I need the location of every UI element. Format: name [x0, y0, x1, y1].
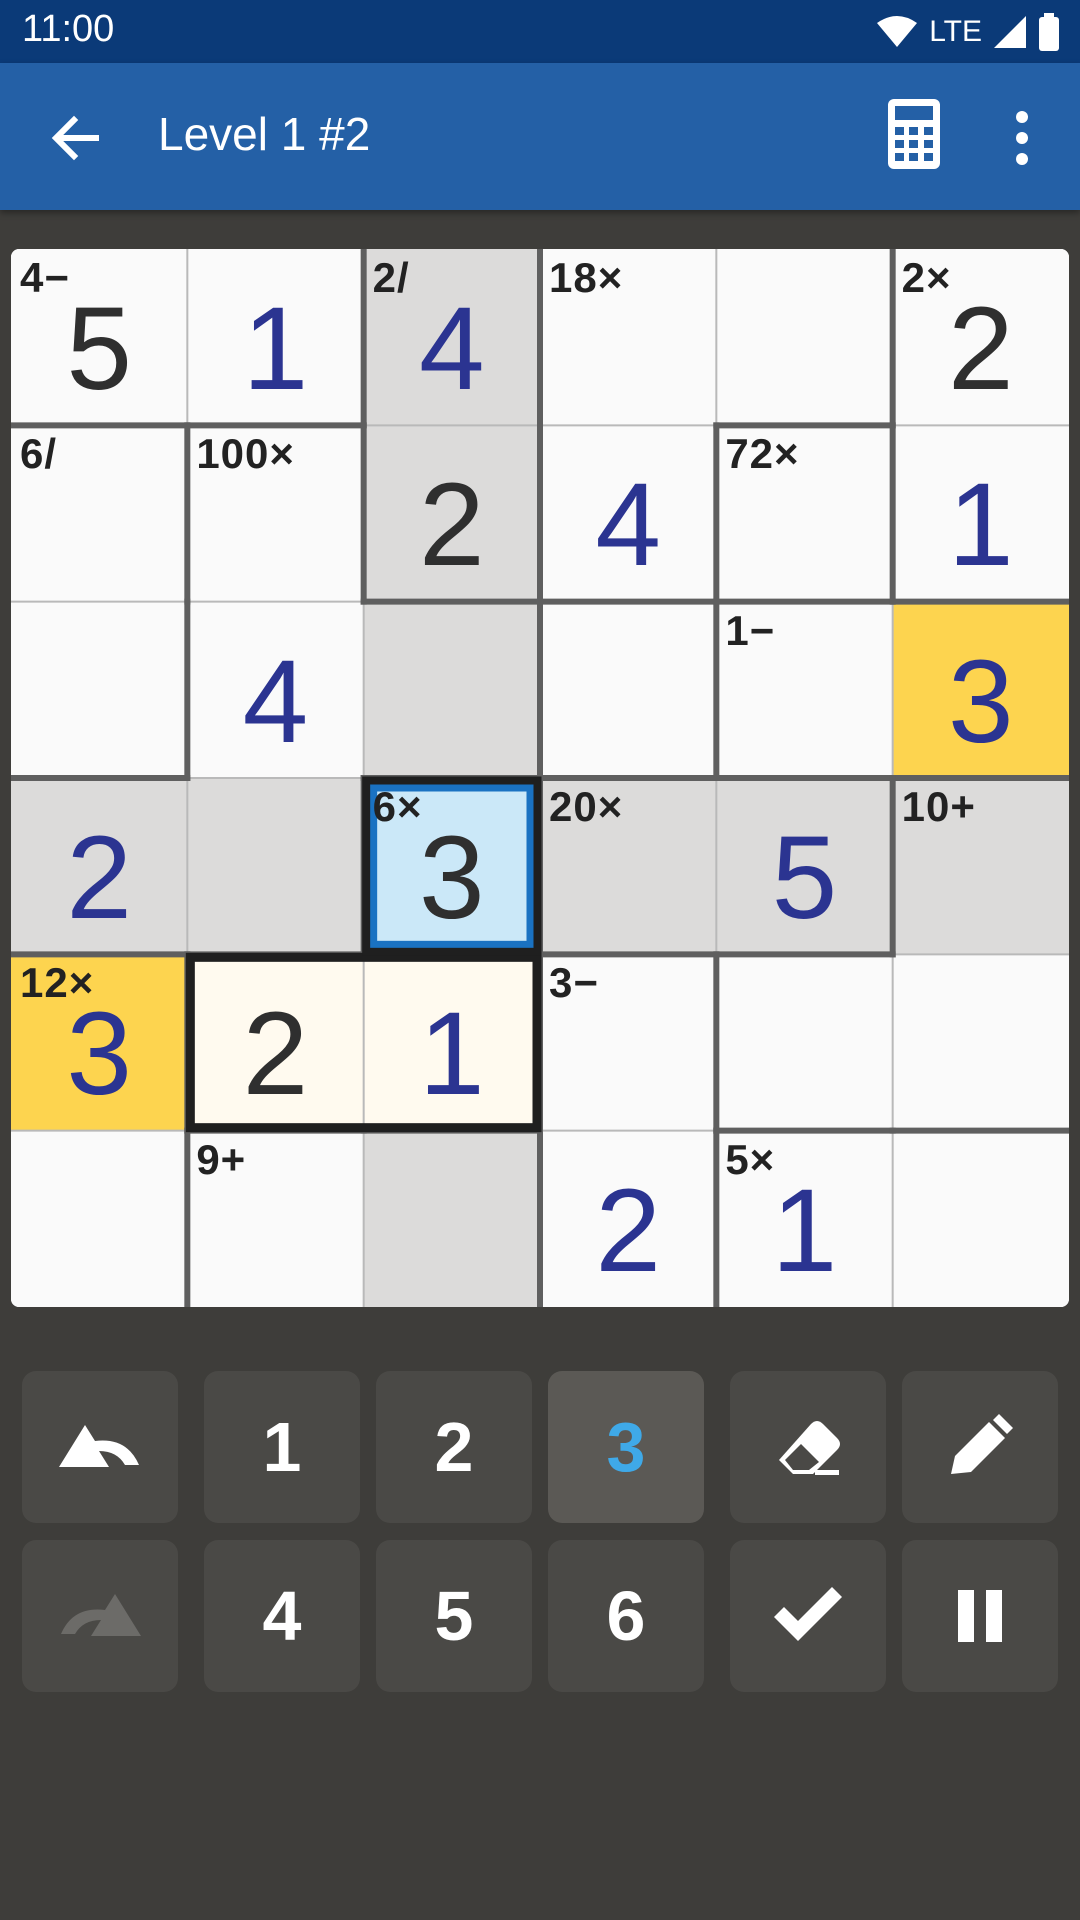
cell-value: 5 — [771, 812, 838, 945]
notes-button[interactable] — [902, 1371, 1058, 1523]
cell-value: 4 — [595, 459, 661, 592]
cage-clue: 72× — [725, 430, 800, 478]
cage-clue: 6/ — [20, 430, 58, 478]
cell-value: 1 — [419, 988, 485, 1121]
cell-value: 4 — [242, 635, 309, 768]
back-button[interactable] — [40, 103, 110, 173]
pencil-icon — [945, 1412, 1015, 1482]
battery-icon — [1039, 13, 1059, 51]
cage-clue: 18× — [549, 254, 624, 301]
check-icon — [768, 1581, 848, 1651]
app-bar: Level 1 #2 — [0, 63, 1080, 210]
cage-clue: 4− — [20, 254, 70, 301]
redo-button[interactable] — [22, 1540, 178, 1692]
cage-clue: 2/ — [372, 254, 410, 301]
pause-button[interactable] — [902, 1540, 1058, 1692]
cage-clue: 3− — [549, 959, 599, 1007]
cage-clue: 9+ — [196, 1135, 247, 1183]
cell-value: 1 — [242, 283, 309, 416]
check-button[interactable] — [730, 1540, 886, 1692]
cage-clue: 1− — [725, 606, 776, 654]
key-6[interactable]: 6 — [548, 1540, 704, 1692]
pause-icon — [950, 1586, 1010, 1646]
key-2[interactable]: 2 — [376, 1371, 532, 1523]
undo-icon — [55, 1417, 145, 1477]
overflow-menu-button[interactable] — [1000, 103, 1044, 173]
redo-icon — [55, 1586, 145, 1646]
cage-clue: 20× — [549, 783, 624, 830]
undo-button[interactable] — [22, 1371, 178, 1523]
back-arrow-icon — [51, 115, 99, 161]
erase-button[interactable] — [730, 1371, 886, 1523]
cage-clue: 6× — [372, 783, 423, 830]
status-time: 11:00 — [22, 8, 115, 50]
cell-value: 2 — [242, 988, 309, 1121]
puzzle-grid[interactable]: 5 1 4 2 2 4 1 4 3 2 3 5 3 2 1 2 1 4− 2/18× 2× 6/100× 72× 1− 6× 2… — [11, 249, 1069, 1307]
calculator-icon — [888, 99, 940, 169]
key-1[interactable]: 1 — [204, 1371, 360, 1523]
more-vert-icon — [1016, 111, 1028, 165]
cell-value: 2 — [66, 812, 132, 945]
page-title: Level 1 #2 — [158, 108, 371, 160]
cell-value: 2 — [419, 459, 485, 592]
status-bar: 11:00 LTE — [0, 0, 1080, 63]
key-4[interactable]: 4 — [204, 1540, 360, 1692]
wifi-icon — [877, 16, 918, 47]
key-3[interactable]: 3 — [548, 1371, 704, 1523]
cell-value: 1 — [948, 459, 1014, 592]
status-icons: LTE — [875, 10, 1060, 54]
grid-text-layer: 5 1 4 2 2 4 1 4 3 2 3 5 3 2 1 2 1 4− 2/18× 2× 6/100× 72× 1− 6× 2… — [11, 249, 1069, 1307]
cell-value: 2 — [595, 1164, 661, 1297]
cell-value: 3 — [948, 635, 1014, 768]
cage-clue: 12× — [20, 959, 95, 1007]
key-5[interactable]: 5 — [376, 1540, 532, 1692]
signal-icon — [994, 16, 1026, 48]
lte-label: LTE — [929, 15, 982, 48]
eraser-icon — [771, 1410, 845, 1484]
cage-clue: 10+ — [901, 783, 976, 830]
cage-clue: 5× — [725, 1135, 776, 1183]
cage-clue: 100× — [196, 430, 295, 478]
calculator-button[interactable] — [880, 97, 950, 177]
cage-clue: 2× — [901, 254, 952, 301]
